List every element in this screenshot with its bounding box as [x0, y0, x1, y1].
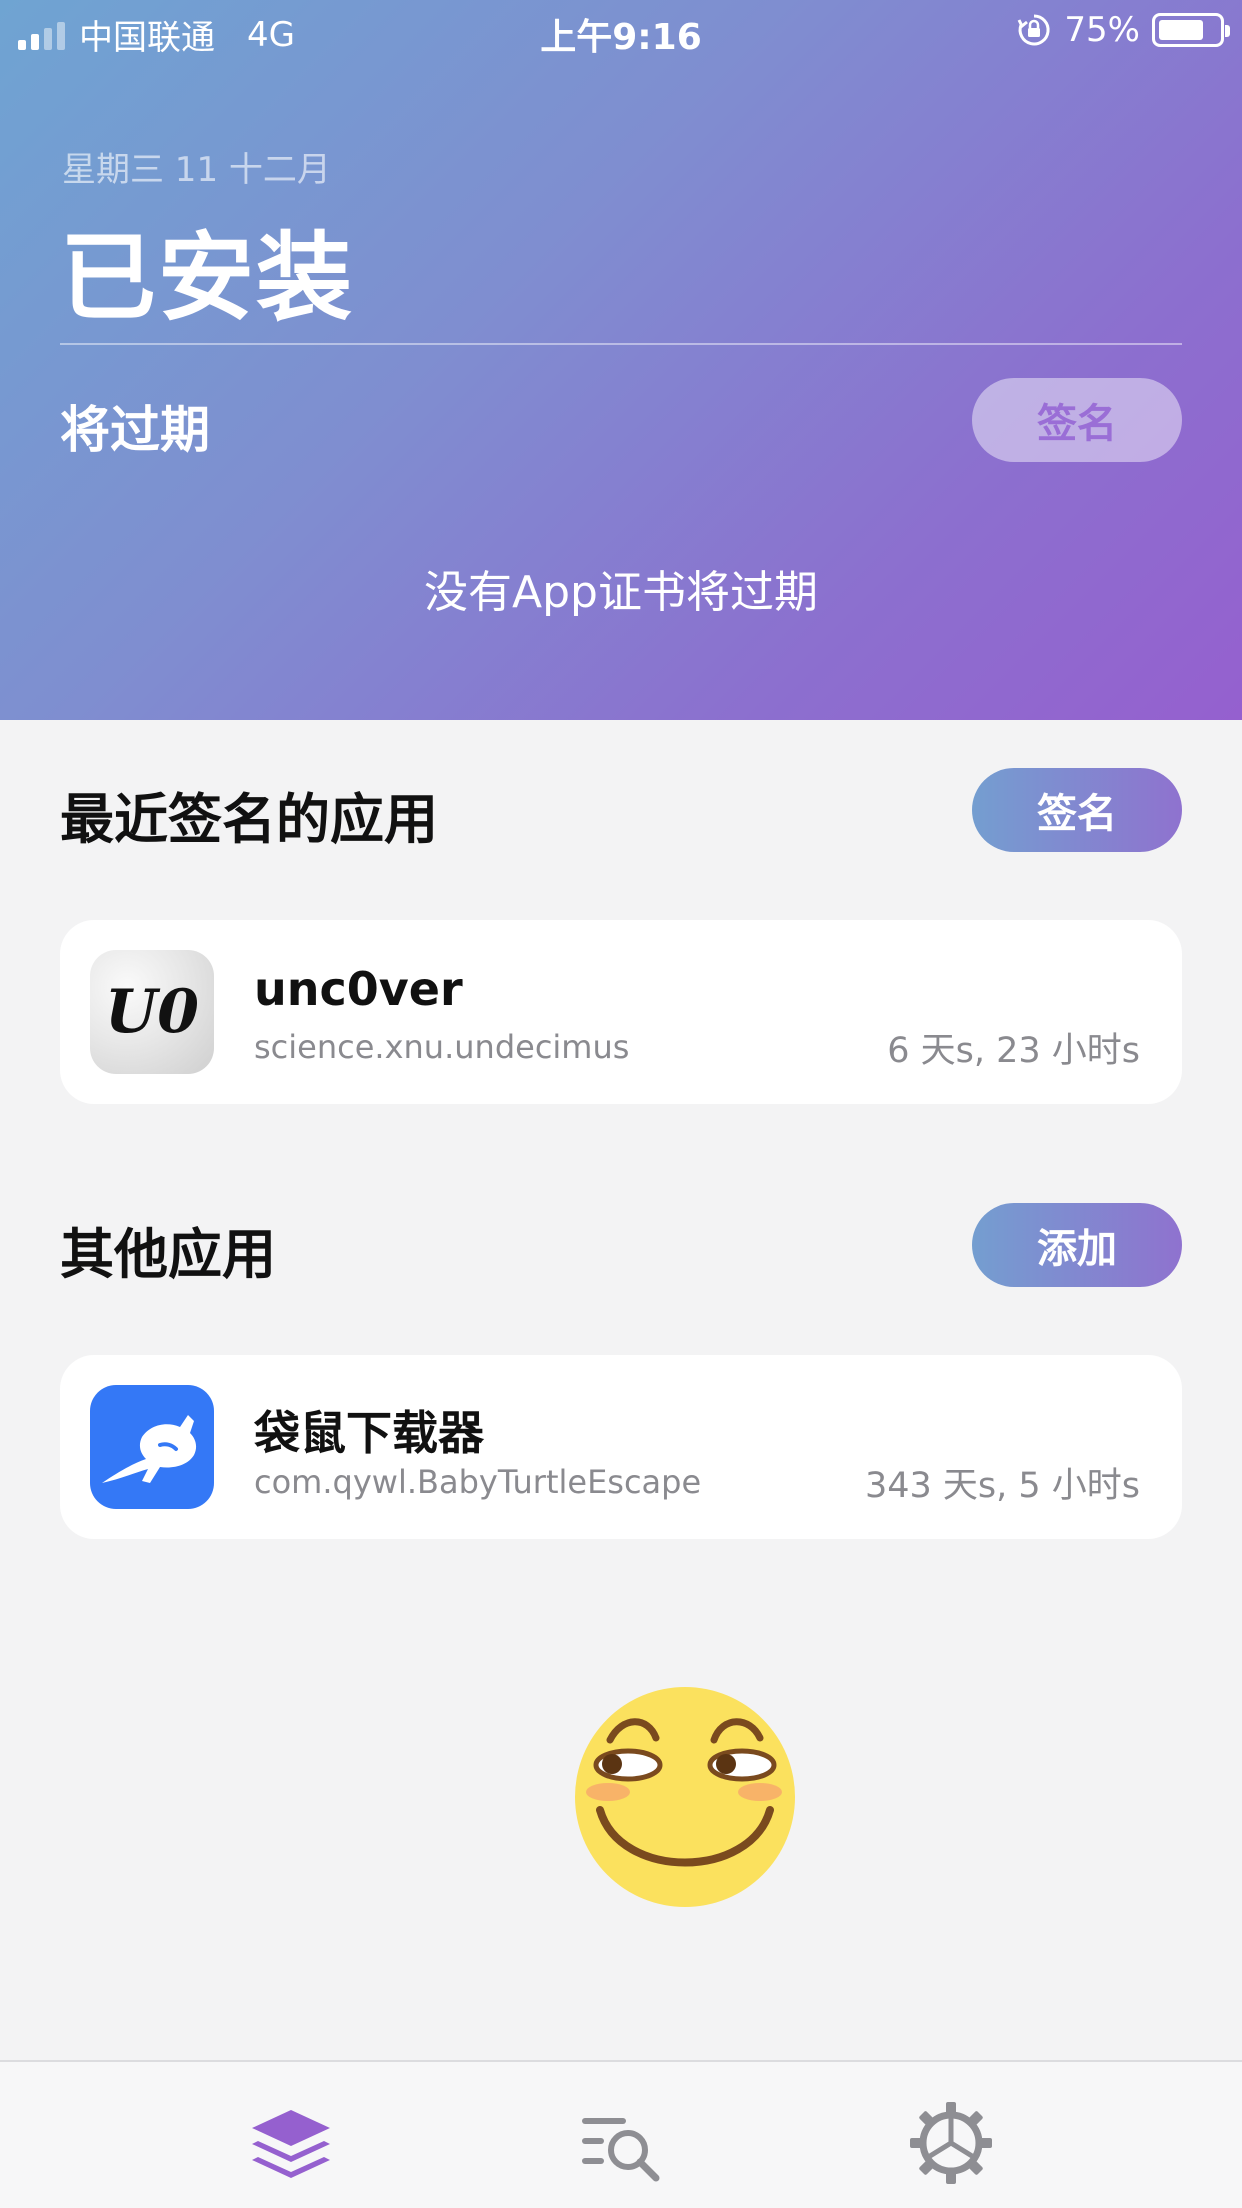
- tab-bar: [0, 2060, 1242, 2208]
- app-expiry: 343 天s, 5 小时s: [864, 1466, 1140, 1506]
- expiring-section-title: 将过期: [60, 401, 210, 459]
- app-expiry: 6 天s, 23 小时s: [887, 1031, 1140, 1071]
- recent-section-title: 最近签名的应用: [60, 788, 438, 851]
- recent-sign-button[interactable]: 签名: [972, 768, 1182, 852]
- rotation-lock-icon: [1018, 14, 1050, 46]
- status-right: 75%: [1016, 10, 1230, 50]
- settings-gear-icon[interactable]: [906, 2098, 996, 2188]
- date-label: 星期三 11 十二月: [62, 150, 331, 190]
- header-divider: [60, 343, 1182, 345]
- other-section-title: 其他应用: [60, 1223, 276, 1286]
- app-bundle-id: science.xnu.undecimus: [254, 1028, 630, 1066]
- unc0ver-logo-text: U0: [105, 977, 199, 1047]
- no-expiring-message: 没有App证书将过期: [424, 567, 818, 618]
- app-card-kangaroo[interactable]: 袋鼠下载器 com.qywl.BabyTurtleEscape 343 天s, …: [60, 1355, 1182, 1539]
- unc0ver-logo-icon: U0: [90, 950, 214, 1074]
- battery-fill: [1159, 20, 1203, 40]
- kangaroo-icon: [90, 1385, 214, 1509]
- smirking-face-emoji: [575, 1687, 795, 1907]
- app-name: 袋鼠下载器: [254, 1406, 484, 1460]
- battery-icon: [1152, 13, 1230, 47]
- header: 中国联通 4G 上午9:16 75% 星期三 11 十二月 已安装 将过期 签名…: [0, 0, 1242, 720]
- status-bar: 中国联通 4G 上午9:16 75%: [0, 0, 1242, 62]
- app-name: unc0ver: [254, 962, 463, 1016]
- app-card-unc0ver[interactable]: U0 unc0ver science.xnu.undecimus 6 天s, 2…: [60, 920, 1182, 1104]
- add-app-button[interactable]: 添加: [972, 1203, 1182, 1287]
- expiring-sign-button[interactable]: 签名: [972, 378, 1182, 462]
- page-title: 已安装: [60, 222, 354, 334]
- app-bundle-id: com.qywl.BabyTurtleEscape: [254, 1463, 702, 1501]
- battery-percent: 75%: [1064, 10, 1140, 50]
- layers-icon[interactable]: [246, 2098, 336, 2188]
- browse-search-icon[interactable]: [576, 2098, 666, 2188]
